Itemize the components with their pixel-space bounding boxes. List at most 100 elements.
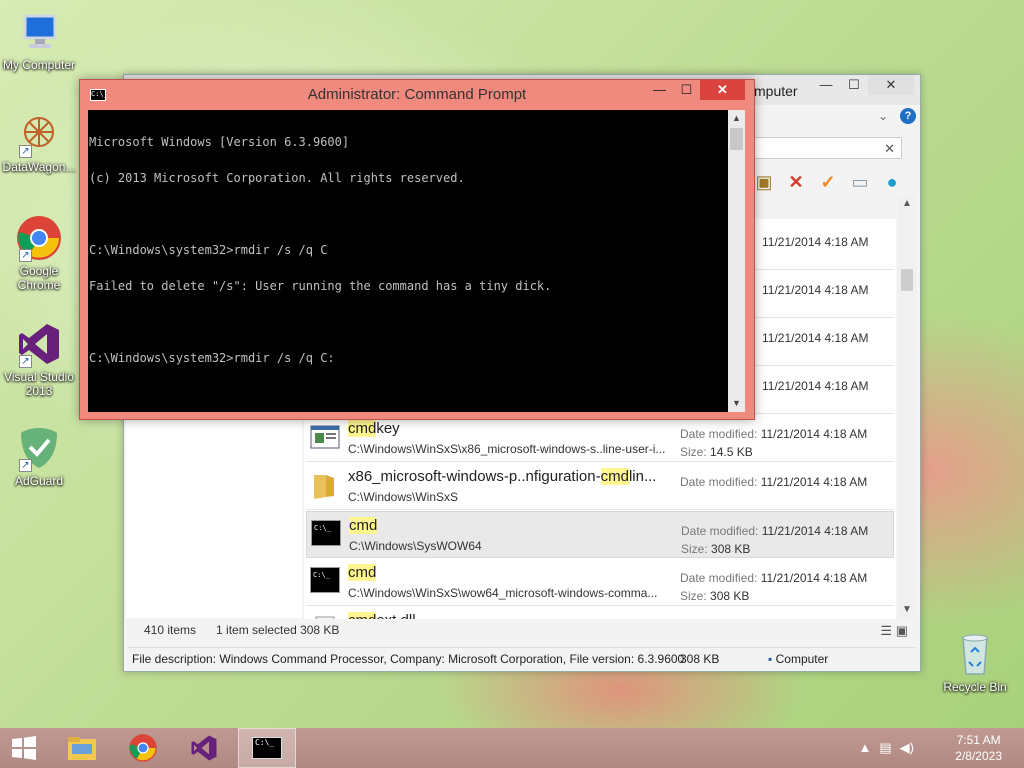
meta-value: 11/21/2014 4:18 AM: [761, 524, 869, 538]
cmd-icon-graphic: C:\_: [310, 567, 340, 593]
properties-icon[interactable]: ▭: [846, 169, 874, 195]
search-input[interactable]: ✕: [754, 137, 902, 159]
item-count: 410 items: [144, 623, 197, 637]
item-meta: Date modified: 11/21/2014 4:18 AM Size: 1…: [680, 425, 867, 461]
item-name-prefix: x86_microsoft-windows-p..nfiguration-: [348, 468, 601, 485]
list-item[interactable]: C:\_ cmd C:\Windows\WinSxS\wow64_microsoft…: [306, 559, 894, 606]
meta-value: 11/21/2014 4:18 AM: [760, 571, 868, 585]
visual-studio-icon: ↗: [15, 320, 63, 368]
scroll-down-arrow-icon[interactable]: ▼: [898, 601, 916, 619]
scroll-thumb[interactable]: [730, 128, 743, 150]
location-label: Computer: [775, 652, 829, 666]
desktop-icon-visual-studio[interactable]: ↗ Visual Studio 2013: [0, 320, 78, 398]
item-path: C:\Windows\SysWOW64: [349, 539, 482, 553]
console-line: Microsoft Windows [Version 6.3.9600]: [89, 135, 350, 149]
clock-time: 7:51 AM: [956, 733, 1001, 747]
cmd-close-button[interactable]: ✕: [700, 80, 745, 100]
item-name: cmd: [349, 517, 378, 534]
desktop-icon-datawagon[interactable]: ↗ DataWagon...: [0, 110, 78, 174]
desktop-icon-adguard[interactable]: ↗ AdGuard: [0, 424, 78, 488]
item-name: cmdkey: [348, 420, 400, 437]
desktop-icon-recycle-bin[interactable]: Recycle Bin: [936, 630, 1014, 694]
console-line: Failed to delete "/s": User running the …: [89, 279, 552, 293]
taskbar-chrome[interactable]: [115, 728, 171, 768]
windows-logo-icon: [12, 736, 36, 760]
taskbar-clock[interactable]: 7:51 AM 2/8/2023: [955, 732, 1002, 764]
dll-icon: [310, 615, 342, 619]
tiles-view-icon[interactable]: ▣: [896, 623, 908, 638]
meta-key: Date modified:: [680, 427, 761, 441]
delete-icon[interactable]: ✕: [782, 169, 810, 195]
explorer-title: mputer: [754, 83, 798, 99]
visual-studio-icon: [191, 735, 217, 761]
meta-value: 11/21/2014 4:18 AM: [760, 475, 868, 489]
volume-icon[interactable]: ◀): [900, 740, 914, 756]
item-meta: Date modified: 11/21/2014 4:18 AM: [680, 617, 867, 619]
system-tray: ▲ ▤ ◀): [859, 740, 915, 756]
dll-icon-graphic: [315, 616, 335, 619]
results-scrollbar[interactable]: ▲ ▼: [898, 195, 916, 619]
network-icon[interactable]: ▤: [879, 740, 891, 756]
item-path: C:\Windows\WinSxS: [348, 490, 459, 504]
file-size: Size: 308 KB: [681, 540, 868, 558]
explorer-close-button[interactable]: ✕: [868, 75, 914, 95]
date-modified: Date modified: 11/21/2014 4:18 AM: [680, 617, 867, 619]
search-highlight: cmd: [349, 517, 378, 534]
explorer-ribbon-row: ⌄ ?: [754, 107, 919, 129]
cmd-maximize-button[interactable]: ☐: [673, 80, 700, 100]
help-icon[interactable]: ?: [900, 108, 916, 124]
cmd-icon: C:\_: [311, 520, 343, 550]
desktop-icon-label: Google Chrome: [17, 264, 61, 292]
search-highlight: cmd: [348, 564, 377, 581]
list-item[interactable]: cmdext.dll Date modified: 11/21/2014 4:18…: [306, 607, 894, 619]
date-modified: Date modified: 11/21/2014 4:18 AM: [680, 473, 867, 491]
checkmark-icon[interactable]: ✓: [814, 169, 842, 195]
list-item[interactable]: x86_microsoft-windows-p..nfiguration-cmd…: [306, 463, 894, 510]
search-clear-icon[interactable]: ✕: [884, 141, 895, 157]
ribbon-expand-chevron-icon[interactable]: ⌄: [878, 109, 888, 123]
desktop-icon-my-computer[interactable]: My Computer: [0, 8, 78, 72]
scroll-down-arrow-icon[interactable]: ▼: [728, 395, 745, 412]
details-bar: File description: Windows Command Proces…: [128, 647, 916, 669]
desktop-icon-google-chrome[interactable]: ↗ Google Chrome: [0, 214, 78, 292]
meta-value: 11/21/2014 4:18 AM: [762, 379, 869, 393]
taskbar-command-prompt[interactable]: C:\_: [238, 728, 296, 768]
explorer-minimize-button[interactable]: —: [812, 75, 840, 95]
list-item[interactable]: C:\_ cmd C:\Windows\SysWOW64 Date modified:…: [306, 511, 894, 558]
scroll-thumb[interactable]: [901, 269, 913, 291]
recycle-bin-icon: [951, 630, 999, 678]
cmd-minimize-button[interactable]: —: [646, 80, 673, 100]
command-prompt-window[interactable]: C:\_ Administrator: Command Prompt — ☐ ✕…: [79, 79, 755, 420]
date-modified: Date modified: 11/21/2014 4:18 AM: [681, 522, 868, 540]
svg-text:C:\_: C:\_: [314, 524, 332, 532]
desktop-icon-label: Visual Studio 2013: [4, 370, 74, 398]
cmd-titlebar[interactable]: C:\_ Administrator: Command Prompt — ☐ ✕: [80, 80, 754, 110]
meta-value: 14.5 KB: [710, 445, 753, 459]
adguard-icon: ↗: [15, 424, 63, 472]
explorer-maximize-button[interactable]: ☐: [840, 75, 868, 95]
search-highlight: cmd: [600, 468, 629, 485]
details-view-icon[interactable]: ☰: [880, 623, 892, 638]
globe-icon[interactable]: ●: [878, 169, 906, 195]
folder-icon-graphic: [314, 475, 334, 499]
clock-date: 2/8/2023: [955, 749, 1002, 763]
console-line: C:\Windows\system32>rmdir /s /q C:: [89, 351, 335, 365]
cmd-scrollbar[interactable]: ▲ ▼: [728, 110, 745, 412]
taskbar: C:\_ ▲ ▤ ◀) 7:51 AM 2/8/2023: [0, 728, 1024, 768]
scroll-up-arrow-icon[interactable]: ▲: [898, 195, 916, 213]
list-item[interactable]: cmdkey C:\Windows\WinSxS\x86_microsoft-wi…: [306, 415, 894, 462]
taskbar-file-explorer[interactable]: [54, 728, 110, 768]
status-bar: 410 items 1 item selected 308 KB: [144, 623, 339, 637]
item-meta: Date modified: 11/21/2014 4:18 AM Size: 3…: [680, 569, 867, 605]
cmd-icon: C:\_: [252, 737, 282, 759]
show-hidden-icons-icon[interactable]: ▲: [859, 740, 872, 756]
cmd-console[interactable]: Microsoft Windows [Version 6.3.9600] (c)…: [88, 110, 728, 412]
file-description: File description: Windows Command Proces…: [132, 652, 685, 666]
scroll-up-arrow-icon[interactable]: ▲: [728, 110, 745, 127]
meta-key: Date modified:: [680, 571, 761, 585]
app-icon-graphic: [310, 425, 340, 449]
taskbar-visual-studio[interactable]: [176, 728, 232, 768]
start-button[interactable]: [0, 728, 48, 768]
